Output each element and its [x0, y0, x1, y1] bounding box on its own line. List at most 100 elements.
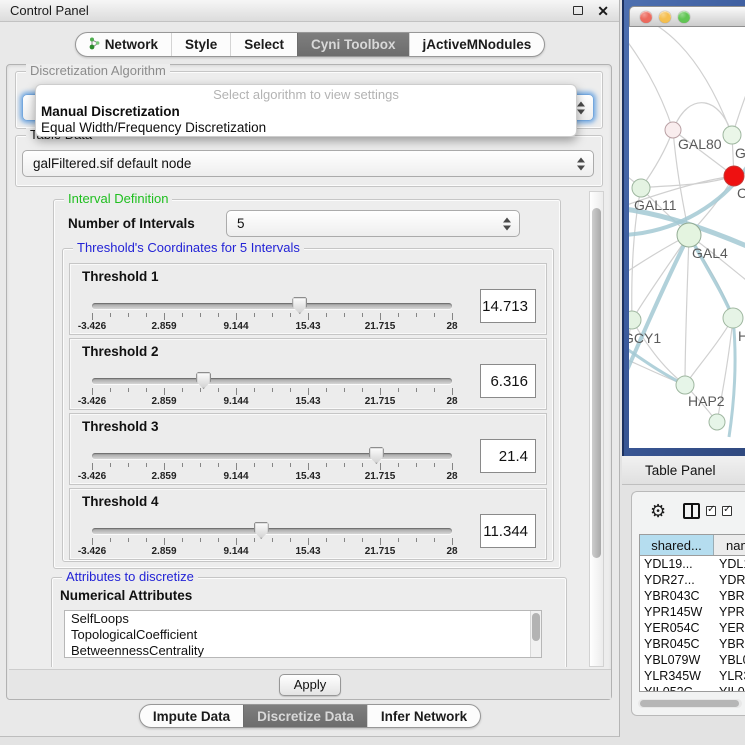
table-cell: YDL19...: [640, 556, 716, 572]
tab-label: jActiveMNodules: [423, 37, 532, 52]
node-hap2[interactable]: [676, 376, 694, 394]
table-header-row: shared...name: [640, 535, 745, 556]
table-settings-gear-icon[interactable]: ⚙: [650, 502, 666, 520]
slider-thumb[interactable]: [369, 447, 384, 464]
column-header-name[interactable]: name: [714, 535, 745, 555]
table-row[interactable]: YBR043CYBR0: [640, 588, 745, 604]
apply-button[interactable]: Apply: [279, 674, 341, 696]
table-row[interactable]: YPR145WYPR1: [640, 604, 745, 620]
interval-definition-label: Interval Definition: [64, 192, 172, 206]
column-header-shared[interactable]: shared...: [640, 535, 714, 555]
slider-tick-labels: -3.4262.8599.14415.4321.71528: [92, 321, 452, 333]
network-edge[interactable]: [632, 235, 689, 320]
node-label-hap2: HAP2: [688, 393, 725, 409]
close-panel-icon[interactable]: ✕: [597, 4, 609, 18]
table-horizontal-scrollbar-thumb[interactable]: [640, 700, 739, 707]
tab-select[interactable]: Select: [230, 33, 297, 56]
threshold-value-field[interactable]: 11.344: [480, 514, 536, 548]
node-selected-red[interactable]: [724, 166, 744, 186]
tab-jactivemnodules[interactable]: jActiveMNodules: [409, 33, 545, 56]
table-row[interactable]: YDL19...YDL1: [640, 556, 745, 572]
list-scrollbar[interactable]: [530, 611, 541, 657]
node-gal4[interactable]: [677, 223, 701, 247]
algorithm-option-manual[interactable]: Manual Discretization: [36, 104, 576, 120]
vertical-scrollbar-thumb[interactable]: [592, 208, 601, 558]
threshold-value-field[interactable]: 14.713: [480, 289, 536, 323]
control-panel-title: Control Panel: [10, 3, 89, 18]
network-edge[interactable]: [629, 37, 673, 130]
tab-infer-network[interactable]: Infer Network: [367, 705, 480, 727]
node-gal11[interactable]: [632, 179, 650, 197]
table-rows: YDL19...YDL1YDR27...YDR2YBR043CYBR0YPR14…: [640, 556, 745, 692]
tab-discretize-data[interactable]: Discretize Data: [243, 705, 367, 727]
zoom-window-icon[interactable]: [678, 11, 690, 23]
tab-cyni-toolbox[interactable]: Cyni Toolbox: [297, 33, 409, 56]
number-of-intervals-label: Number of Intervals: [68, 216, 195, 231]
slider-thumb[interactable]: [196, 372, 211, 389]
node-label-c: C: [737, 185, 745, 201]
slider-track[interactable]: [92, 453, 452, 459]
show-columns-icon[interactable]: [683, 503, 700, 519]
slider-thumb[interactable]: [292, 297, 307, 314]
table-cell: YBR0: [716, 636, 745, 652]
table-row[interactable]: YER054CYER0: [640, 620, 745, 636]
node-gcy1[interactable]: [629, 311, 641, 329]
network-view-window: GAL80GACGAL11GAL4GCY1HHAP2: [622, 0, 745, 456]
network-edge[interactable]: [673, 103, 732, 135]
table-cell: YPR1: [716, 604, 745, 620]
table-row[interactable]: YDR27...YDR2: [640, 572, 745, 588]
node-top-right[interactable]: [723, 126, 741, 144]
network-edge[interactable]: [629, 27, 732, 135]
threshold-value-field[interactable]: 6.316: [480, 364, 536, 398]
tab-style[interactable]: Style: [171, 33, 230, 56]
table-row[interactable]: YBR045CYBR0: [640, 636, 745, 652]
number-of-intervals-spinner[interactable]: 5: [226, 210, 520, 237]
network-edge-thick[interactable]: [629, 347, 685, 385]
table-toolbar: ⚙: [632, 492, 745, 530]
select-all-columns-icon[interactable]: [706, 506, 716, 516]
slider-tick-labels: -3.4262.8599.14415.4321.71528: [92, 471, 452, 483]
slider-ticks: [92, 538, 452, 546]
network-edge[interactable]: [641, 130, 673, 188]
table-panel: ⚙ shared...name YDL19...YDL1YDR27...YDR2…: [631, 491, 745, 716]
attribute-item-topologicalcoefficient[interactable]: TopologicalCoefficient: [65, 627, 541, 643]
slider-thumb[interactable]: [254, 522, 269, 539]
algorithm-option-equal-width[interactable]: Equal Width/Frequency Discretization: [36, 120, 576, 136]
threshold-value-field[interactable]: 21.4: [480, 439, 536, 473]
node-h[interactable]: [723, 308, 743, 328]
vertical-scrollbar[interactable]: [589, 191, 604, 667]
tab-network[interactable]: Network: [76, 33, 171, 56]
node-partial-bottom[interactable]: [709, 414, 725, 430]
minimize-window-icon[interactable]: [659, 11, 671, 23]
attribute-item-betweennesscentrality[interactable]: BetweennessCentrality: [65, 643, 541, 658]
number-of-intervals-value: 5: [237, 216, 245, 231]
table-row[interactable]: YLR345WYLR3: [640, 668, 745, 684]
list-scrollbar-thumb[interactable]: [532, 613, 540, 641]
slider-track[interactable]: [92, 378, 452, 384]
slider-track[interactable]: [92, 303, 452, 309]
tab-label: Style: [185, 37, 217, 52]
threshold-title: Threshold 2: [82, 344, 159, 359]
network-edge[interactable]: [685, 318, 733, 385]
attribute-item-selfloops[interactable]: SelfLoops: [65, 611, 541, 627]
numerical-attributes-list[interactable]: SelfLoopsTopologicalCoefficientBetweenne…: [64, 610, 542, 658]
slider-track[interactable]: [92, 528, 452, 534]
node-label-gcy1: GCY1: [629, 330, 661, 346]
network-edge[interactable]: [685, 235, 689, 385]
threshold-title: Threshold 1: [82, 269, 159, 284]
threshold-panel-3: Threshold 3-3.4262.8599.14415.4321.71528…: [69, 413, 547, 485]
network-edge-thick[interactable]: [729, 318, 735, 437]
close-window-icon[interactable]: [640, 11, 652, 23]
table-data-combobox[interactable]: galFiltered.sif default node: [22, 150, 594, 177]
float-window-icon[interactable]: [573, 6, 583, 15]
table-cell: YLR345W: [640, 668, 716, 684]
tab-impute-data[interactable]: Impute Data: [140, 705, 243, 727]
network-canvas[interactable]: GAL80GACGAL11GAL4GCY1HHAP2: [629, 27, 745, 448]
table-row[interactable]: YIL052CYIL0: [640, 684, 745, 692]
algorithm-popup-hint: Select algorithm to view settings: [36, 87, 576, 104]
table-horizontal-scrollbar[interactable]: [638, 699, 742, 708]
apply-bar: Apply: [9, 669, 611, 699]
select-none-columns-icon[interactable]: [722, 506, 732, 516]
table-row[interactable]: YBL079WYBL0: [640, 652, 745, 668]
tab-label: Network: [105, 37, 158, 52]
